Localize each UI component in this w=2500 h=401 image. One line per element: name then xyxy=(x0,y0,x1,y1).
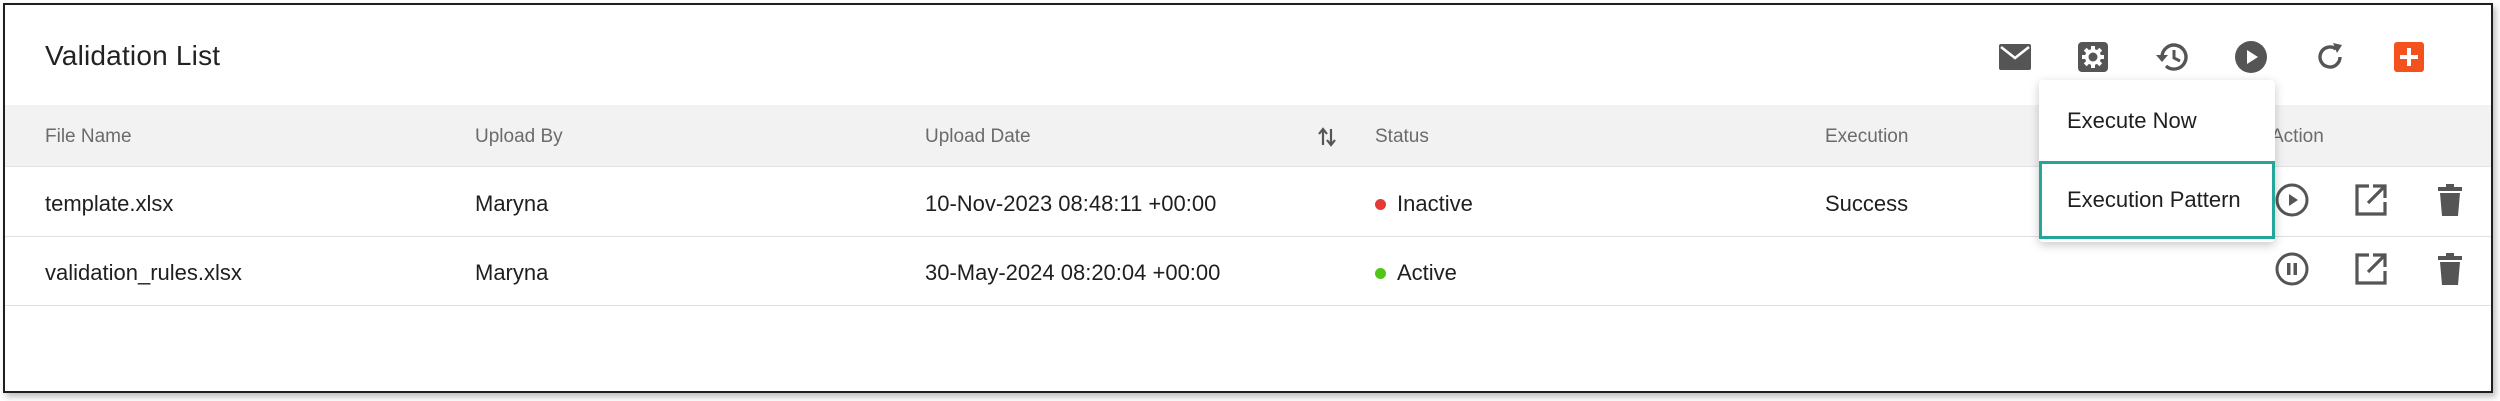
gear-icon xyxy=(2077,41,2109,73)
upload-date-cell: 30-May-2024 08:20:04 +00:00 xyxy=(925,260,1221,285)
history-icon xyxy=(2154,40,2190,74)
column-header-file-name[interactable]: File Name xyxy=(45,126,132,148)
execution-cell: Success xyxy=(1825,191,1909,216)
column-header-upload-by[interactable]: Upload By xyxy=(475,126,563,148)
file-name-cell: validation_rules.xlsx xyxy=(45,260,242,285)
column-header-action: Action xyxy=(2271,126,2324,147)
status-cell: Active xyxy=(1397,260,1457,285)
toolbar xyxy=(5,37,2491,77)
execute-button[interactable] xyxy=(2231,37,2271,77)
settings-button[interactable] xyxy=(2073,37,2113,77)
upload-by-cell: Maryna xyxy=(475,191,549,216)
status-dot xyxy=(1375,268,1386,279)
sort-icon[interactable] xyxy=(1315,125,1339,149)
open-in-new-icon xyxy=(2353,251,2389,292)
mail-icon xyxy=(1998,43,2032,71)
menu-item-execution-pattern[interactable]: Execution Pattern xyxy=(2039,161,2275,239)
status-cell: Inactive xyxy=(1397,191,1473,216)
validation-list-panel: Validation List File Name Upload By Uplo… xyxy=(3,3,2493,393)
open-button[interactable] xyxy=(2351,251,2391,291)
column-header-upload-date[interactable]: Upload Date xyxy=(925,126,1031,148)
column-header-execution[interactable]: Execution xyxy=(1825,126,1908,148)
execute-dropdown-menu: Execute Now Execution Pattern xyxy=(2039,80,2275,242)
upload-date-cell: 10-Nov-2023 08:48:11 +00:00 xyxy=(925,191,1217,216)
open-in-new-icon xyxy=(2353,182,2389,223)
history-button[interactable] xyxy=(2152,37,2192,77)
delete-button[interactable] xyxy=(2430,182,2470,222)
open-button[interactable] xyxy=(2351,182,2391,222)
pause-circle-icon xyxy=(2274,251,2310,292)
refresh-button[interactable] xyxy=(2310,37,2350,77)
upload-by-cell: Maryna xyxy=(475,260,549,285)
mail-button[interactable] xyxy=(1995,37,2035,77)
table-row[interactable]: validation_rules.xlsx Maryna 30-May-2024… xyxy=(5,237,2491,306)
run-button[interactable] xyxy=(2272,182,2312,222)
menu-item-execute-now[interactable]: Execute Now xyxy=(2039,82,2275,160)
file-name-cell: template.xlsx xyxy=(45,191,174,216)
add-button[interactable] xyxy=(2389,37,2429,77)
add-icon xyxy=(2393,41,2425,73)
trash-icon xyxy=(2435,183,2465,222)
trash-icon xyxy=(2435,252,2465,291)
play-circle-icon xyxy=(2274,182,2310,223)
pause-button[interactable] xyxy=(2272,251,2312,291)
column-header-status[interactable]: Status xyxy=(1375,126,1429,148)
refresh-icon xyxy=(2314,41,2346,73)
delete-button[interactable] xyxy=(2430,251,2470,291)
play-circle-icon xyxy=(2234,40,2268,74)
status-dot xyxy=(1375,199,1386,210)
